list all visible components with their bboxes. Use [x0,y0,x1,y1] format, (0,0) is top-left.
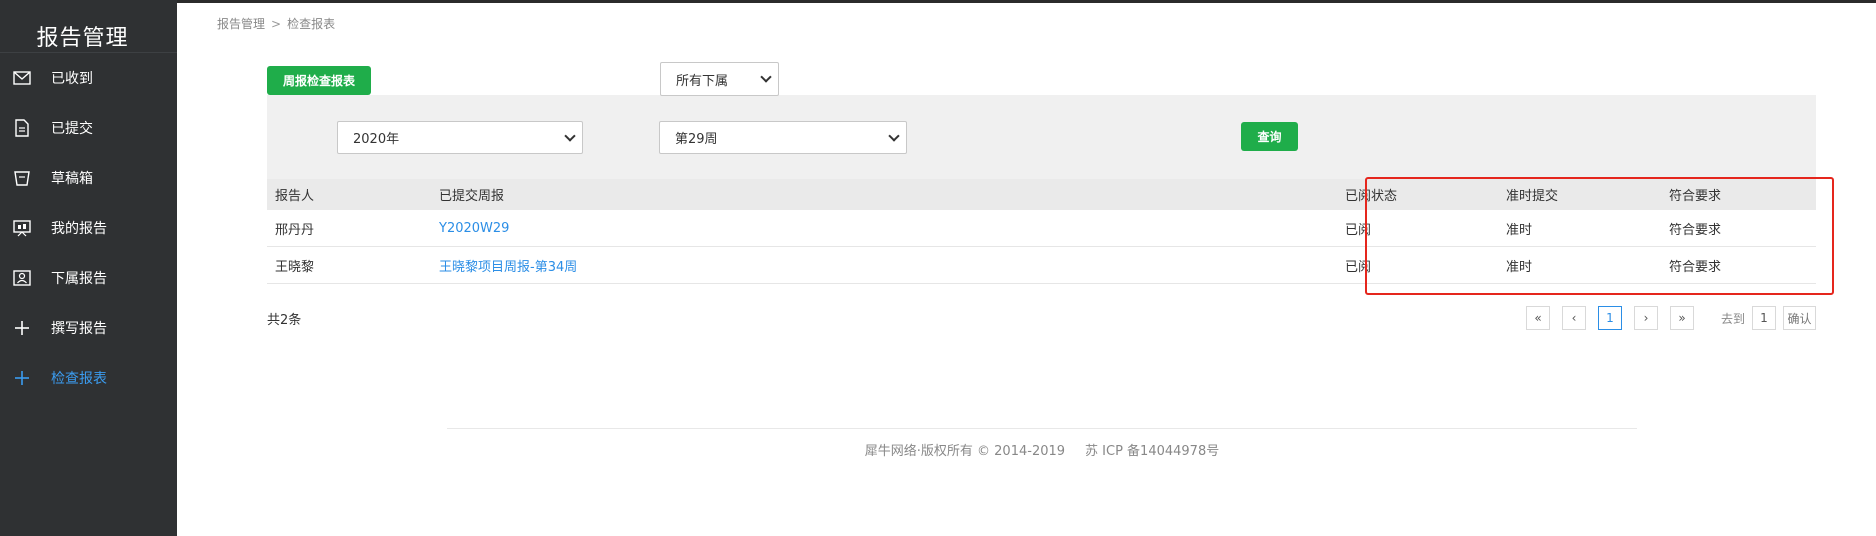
total-count: 共2条 [267,313,302,328]
sidebar: 报告管理 已收到 已提交 草稿箱 我的报告 下属报告 撰写报告 检查报表 [0,0,177,536]
plus-icon [12,368,32,388]
sidebar-item-received[interactable]: 已收到 [0,53,177,103]
pagination-page-current[interactable]: 1 [1598,306,1622,330]
sidebar-item-label: 草稿箱 [51,171,93,187]
goto-confirm-button[interactable]: 确认 [1783,306,1816,330]
breadcrumb-home[interactable]: 报告管理 [217,17,265,31]
year-select-value: 2020年 [353,132,400,147]
cell-meets-requirements: 符合要求 [1669,259,1722,275]
table-row: 王晓黎 王晓黎项目周报-第34周 已阅 准时 符合要求 [267,247,1816,284]
sidebar-item-label: 检查报表 [51,371,107,387]
year-select[interactable]: 2020年 [337,121,583,154]
pagination-prev-button[interactable]: ‹ [1562,306,1586,330]
cell-on-time: 准时 [1506,259,1533,275]
sidebar-item-label: 我的报告 [51,221,107,237]
main-content: 报告管理 > 检查报表 周报检查报表 所有下属 2020年 第29周 查询 报告人 … [177,3,1876,536]
subordinate-select[interactable]: 所有下属 [660,62,779,96]
subordinate-select-value: 所有下属 [676,73,729,89]
sidebar-item-label: 下属报告 [51,271,107,287]
sidebar-item-check-reports[interactable]: 检查报表 [0,353,177,403]
presentation-icon [12,218,32,238]
header-read-status: 已阅状态 [1345,189,1398,204]
sidebar-title: 报告管理 [36,26,129,51]
sidebar-item-my-reports[interactable]: 我的报告 [0,203,177,253]
sidebar-item-drafts[interactable]: 草稿箱 [0,153,177,203]
chevron-down-icon [888,129,900,142]
header-on-time: 准时提交 [1506,189,1559,204]
breadcrumb: 报告管理 > 检查报表 [217,15,335,32]
week-select-value: 第29周 [675,132,718,147]
cell-read-status: 已阅 [1345,259,1372,275]
breadcrumb-separator: > [271,17,282,31]
table-header: 报告人 已提交周报 已阅状态 准时提交 符合要求 [267,179,1816,210]
pagination-first-button[interactable]: « [1526,306,1550,330]
cell-reporter: 邢丹丹 [275,222,315,238]
id-card-icon [12,268,32,288]
plus-icon [12,318,32,338]
weekly-check-report-button[interactable]: 周报检查报表 [267,66,371,95]
header-reporter: 报告人 [275,189,315,204]
cell-reporter: 王晓黎 [275,259,315,275]
draft-box-icon [12,168,32,188]
table-row: 邢丹丹 Y2020W29 已阅 准时 符合要求 [267,210,1816,247]
report-link[interactable]: 王晓黎项目周报-第34周 [439,247,577,283]
cell-on-time: 准时 [1506,222,1533,238]
pagination-next-button[interactable]: › [1634,306,1658,330]
sidebar-item-label: 已提交 [51,121,93,137]
week-select[interactable]: 第29周 [659,121,907,154]
footer: 犀牛网络·版权所有 © 2014-2019 苏 ICP 备14044978号 [447,440,1637,459]
footer-copyright: 犀牛网络·版权所有 © 2014-2019 [864,444,1066,459]
cell-meets-requirements: 符合要求 [1669,222,1722,238]
header-meets-requirements: 符合要求 [1669,189,1722,204]
goto-page-input[interactable]: 1 [1752,306,1776,330]
breadcrumb-current: 检查报表 [287,17,336,31]
query-button[interactable]: 查询 [1241,122,1298,151]
report-link[interactable]: Y2020W29 [439,210,509,246]
sidebar-menu: 已收到 已提交 草稿箱 我的报告 下属报告 撰写报告 检查报表 [0,53,177,403]
cell-read-status: 已阅 [1345,222,1372,238]
document-icon [12,118,32,138]
chevron-down-icon [564,129,576,142]
footer-icp[interactable]: 苏 ICP 备14044978号 [1085,444,1219,459]
footer-divider [447,428,1637,429]
sidebar-item-write-report[interactable]: 撰写报告 [0,303,177,353]
envelope-icon [12,68,32,88]
sidebar-item-subordinate-reports[interactable]: 下属报告 [0,253,177,303]
sidebar-item-label: 撰写报告 [51,321,107,337]
goto-page-label: 去到 [1721,312,1746,326]
chevron-down-icon [760,71,772,83]
header-submitted-report: 已提交周报 [439,189,505,204]
sidebar-item-label: 已收到 [51,71,93,87]
sidebar-item-submitted[interactable]: 已提交 [0,103,177,153]
pagination-last-button[interactable]: » [1670,306,1694,330]
